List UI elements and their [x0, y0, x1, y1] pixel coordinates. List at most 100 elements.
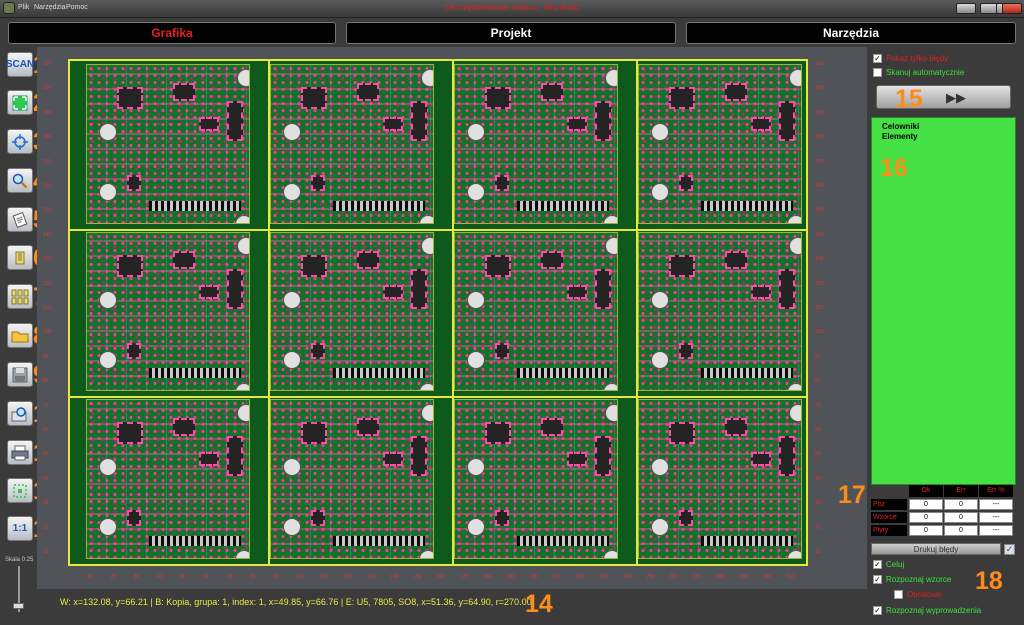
- system-buttons[interactable]: [956, 3, 976, 14]
- pcb-board[interactable]: [86, 231, 250, 392]
- ruler-tick: 140: [43, 231, 52, 238]
- ic-component: [679, 175, 693, 191]
- capacitor: [467, 183, 485, 201]
- magnifier-icon: [12, 173, 28, 188]
- search-button[interactable]: [7, 401, 33, 426]
- stats-header-err-pct: Err %: [979, 485, 1013, 497]
- panel-separator: [70, 228, 806, 231]
- pcb-board[interactable]: [454, 399, 618, 559]
- notepad-icon: [12, 211, 28, 228]
- pcb-panel[interactable]: [68, 59, 808, 566]
- ruler-tick: 160: [43, 183, 52, 189]
- pcb-board[interactable]: [638, 231, 802, 392]
- title-bar: Plik Narzędzia Pomoc Oszczędnościowe sod…: [0, 0, 1024, 18]
- stats-cell: 0: [909, 499, 943, 510]
- ruler-tick: 180: [815, 134, 824, 141]
- fit-to-window-button[interactable]: [7, 90, 33, 115]
- list-item-celowniki[interactable]: Celowniki: [882, 122, 919, 131]
- ruler-tick: 30: [815, 500, 821, 507]
- select-area-button[interactable]: [7, 478, 33, 503]
- open-button[interactable]: [7, 323, 33, 348]
- show-only-errors-checkbox[interactable]: ✓: [873, 54, 882, 63]
- ic-component: [567, 452, 587, 467]
- print-errors-button[interactable]: Drukuj błędy: [871, 543, 1001, 555]
- pcb-board[interactable]: [86, 399, 250, 559]
- start-scan-button[interactable]: 15 ▶▶: [876, 85, 1011, 113]
- pcb-board[interactable]: [454, 231, 618, 392]
- print-errors-check-icon[interactable]: ✓: [1004, 544, 1015, 555]
- actual-size-button[interactable]: 1:1: [7, 516, 33, 541]
- ic-component: [725, 418, 747, 437]
- ic-component: [541, 418, 563, 437]
- crosshair-button[interactable]: [7, 129, 33, 154]
- crosshair-icon: [12, 133, 28, 150]
- ic-component: [779, 268, 795, 309]
- ruler-tick: 40: [156, 574, 163, 580]
- zoom-button[interactable]: [7, 168, 33, 193]
- ic-component: [311, 175, 325, 191]
- recognize-patterns-checkbox[interactable]: ✓: [873, 575, 882, 584]
- ic-component: [301, 87, 327, 109]
- marker-14: 14: [525, 590, 553, 618]
- ic-component: [227, 268, 243, 309]
- tab-grafika[interactable]: Grafika: [8, 22, 336, 44]
- layer-list[interactable]: Celowniki Elementy 16: [871, 117, 1016, 485]
- ruler-tick: 10: [87, 574, 93, 580]
- pcb-board[interactable]: [638, 64, 802, 224]
- ruler-tick: 90: [273, 574, 279, 580]
- capacitor: [99, 183, 117, 201]
- close-button[interactable]: [1002, 3, 1022, 14]
- ic-component: [725, 83, 747, 101]
- ic-component: [495, 342, 509, 359]
- stats-header-ok: Ok: [909, 485, 943, 497]
- ruler-tick: 130: [366, 574, 375, 580]
- edit-button[interactable]: [7, 207, 33, 232]
- ruler-tick: 120: [815, 280, 824, 287]
- panel-separator: [452, 61, 454, 564]
- ruler-tick: 20: [110, 574, 116, 580]
- ruler-tick: 170: [43, 158, 52, 165]
- ruler-tick: 90: [815, 353, 821, 360]
- printer-icon: [11, 445, 29, 460]
- ruler-tick: 50: [815, 451, 821, 458]
- scan-button[interactable]: SCAN: [6, 52, 34, 77]
- ruler-tick: 150: [43, 207, 52, 214]
- pcb-board[interactable]: [86, 64, 250, 224]
- ruler-tick: 190: [815, 109, 824, 116]
- ruler-tick: 140: [815, 231, 824, 238]
- pcb-board[interactable]: [270, 64, 434, 224]
- scan-auto-checkbox[interactable]: [873, 68, 882, 77]
- list-item-elementy[interactable]: Elementy: [882, 132, 918, 141]
- scan-auto-label: Skanuj automatycznie: [886, 68, 965, 77]
- capacitor: [789, 236, 801, 255]
- pcb-board[interactable]: [270, 231, 434, 392]
- capacitor: [283, 290, 301, 309]
- ic-component: [725, 250, 747, 269]
- ruler-tick: 40: [815, 475, 821, 482]
- ic-component: [751, 117, 771, 131]
- tab-projekt[interactable]: Projekt: [346, 22, 676, 44]
- connector: [517, 368, 609, 379]
- ruler-tick: 70: [815, 402, 821, 409]
- component-button[interactable]: [7, 245, 33, 270]
- capacitor: [467, 123, 485, 141]
- save-button[interactable]: [7, 362, 33, 387]
- ruler-tick: 190: [506, 574, 515, 580]
- recognize-leads-checkbox[interactable]: ✓: [873, 606, 882, 615]
- ic-component: [199, 452, 219, 467]
- pcb-board[interactable]: [638, 399, 802, 559]
- capacitor: [99, 458, 117, 477]
- panel-array-button[interactable]: [7, 284, 33, 309]
- scale-slider-thumb[interactable]: [13, 603, 24, 609]
- ic-component: [669, 254, 695, 277]
- aim-checkbox[interactable]: ✓: [873, 560, 882, 569]
- one-to-one-icon: 1:1: [12, 523, 28, 534]
- pcb-board[interactable]: [454, 64, 618, 224]
- pcb-board[interactable]: [270, 399, 434, 559]
- print-button[interactable]: [7, 440, 33, 465]
- rotations-checkbox[interactable]: [894, 590, 903, 599]
- stats-header-err: Err: [944, 485, 978, 497]
- ruler-tick: 50: [180, 574, 186, 580]
- tab-narzedzia[interactable]: Narzędzia: [686, 22, 1016, 44]
- fast-forward-icon: ▶▶: [946, 90, 966, 105]
